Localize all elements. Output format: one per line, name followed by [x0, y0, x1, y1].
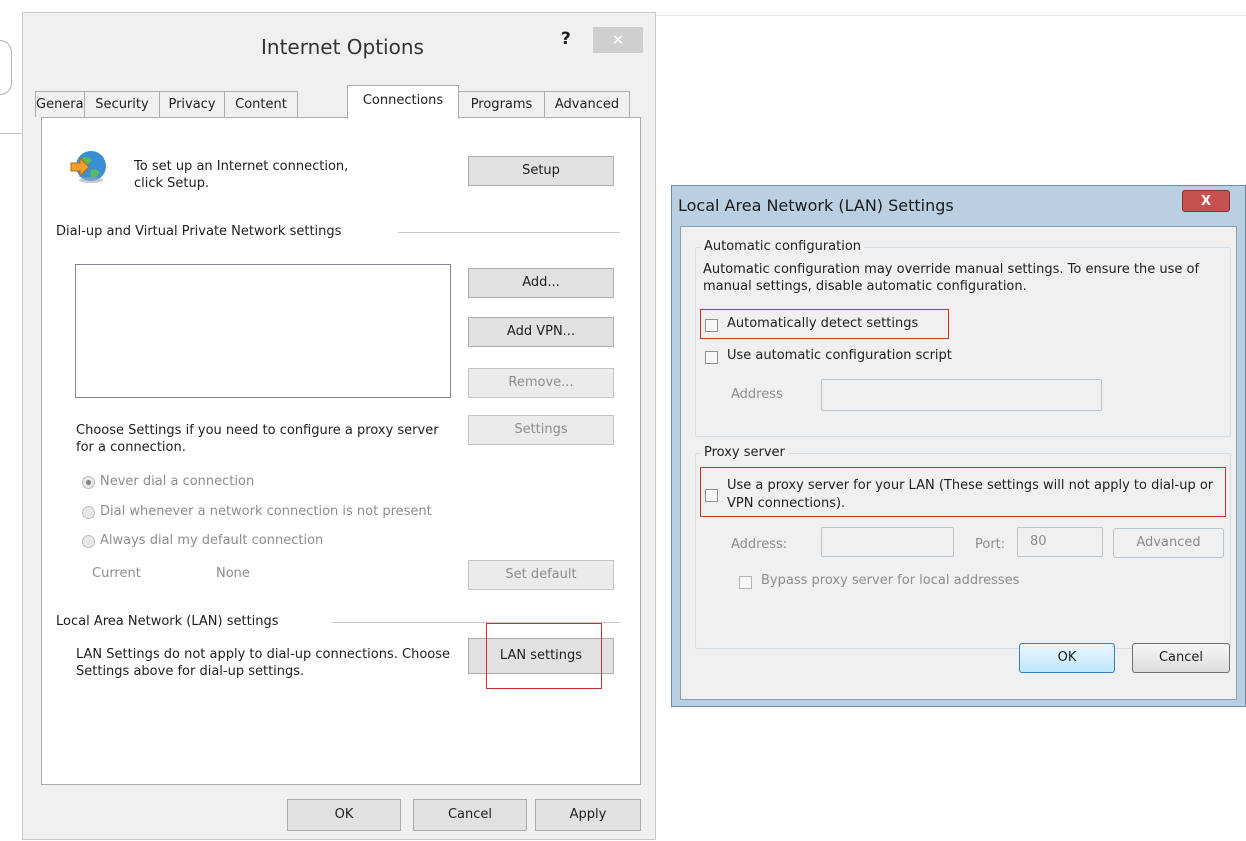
cancel-button[interactable]: Cancel — [413, 799, 527, 831]
auto-script-label[interactable]: Use automatic configuration script — [727, 348, 952, 363]
tab-privacy[interactable]: Privacy — [159, 91, 225, 117]
radio-always-dial-label: Always dial my default connection — [100, 533, 324, 548]
proxy-description: Choose Settings if you need to configure… — [76, 423, 439, 455]
proxy-address-input[interactable] — [821, 527, 954, 557]
window-title: Internet Options — [261, 35, 424, 59]
remove-button[interactable]: Remove... — [468, 368, 614, 398]
bypass-label[interactable]: Bypass proxy server for local addresses — [761, 573, 1019, 588]
lan-ok-button[interactable]: OK — [1019, 643, 1115, 673]
lan-description: LAN Settings do not apply to dial-up con… — [76, 647, 451, 679]
address-label: Address — [731, 387, 783, 402]
internet-globe-icon — [68, 146, 108, 186]
tab-connections[interactable]: Connections — [347, 85, 459, 119]
dialup-header-rule — [398, 232, 620, 233]
lan-cancel-button[interactable]: Cancel — [1132, 643, 1230, 673]
settings-button[interactable]: Settings — [468, 415, 614, 445]
tab-general[interactable]: General — [35, 91, 87, 117]
ok-button[interactable]: OK — [287, 799, 401, 831]
apply-button[interactable]: Apply — [535, 799, 641, 831]
advanced-button[interactable]: Advanced — [1113, 528, 1224, 558]
lan-close-button[interactable]: X — [1182, 190, 1230, 212]
tab-security[interactable]: Security — [84, 91, 160, 117]
radio-never-dial-label: Never dial a connection — [100, 474, 255, 489]
title-bar[interactable]: Internet Options ? ✕ — [23, 13, 657, 73]
lan-settings-window: Local Area Network (LAN) Settings X Auto… — [671, 185, 1246, 707]
current-value: None — [216, 566, 250, 581]
address-input[interactable] — [821, 379, 1102, 411]
proxy-server-title: Proxy server — [701, 445, 788, 460]
lan-settings-body: Automatic configuration Automatic config… — [680, 226, 1237, 700]
use-proxy-highlight — [700, 467, 1226, 517]
radio-never-dial[interactable] — [82, 476, 95, 489]
current-label: Current — [92, 566, 141, 581]
close-button[interactable]: ✕ — [593, 27, 643, 53]
connections-panel: To set up an Internet connection, click … — [41, 117, 641, 785]
help-button[interactable]: ? — [561, 29, 571, 49]
add-button[interactable]: Add... — [468, 268, 614, 298]
radio-dial-whenever-label: Dial whenever a network connection is no… — [100, 504, 432, 519]
lan-settings-header: Local Area Network (LAN) settings — [56, 614, 279, 629]
radio-always-dial[interactable] — [82, 535, 95, 548]
set-default-button[interactable]: Set default — [468, 560, 614, 590]
tab-content[interactable]: Content — [224, 91, 298, 117]
port-input-value: 80 — [1030, 534, 1047, 549]
connections-list[interactable] — [75, 264, 451, 398]
add-vpn-button[interactable]: Add VPN... — [468, 317, 614, 347]
background-divider — [0, 133, 22, 134]
background-top-rule — [656, 15, 1246, 16]
tab-programs[interactable]: Programs — [458, 91, 545, 117]
background-window-edge — [0, 40, 12, 95]
internet-options-window: Internet Options ? ✕ General Security Pr… — [22, 12, 656, 840]
port-label: Port: — [975, 537, 1006, 552]
radio-dial-whenever[interactable] — [82, 506, 95, 519]
auto-script-checkbox[interactable] — [705, 351, 718, 364]
auto-detect-highlight — [700, 309, 949, 339]
bypass-checkbox[interactable] — [739, 576, 752, 589]
tab-advanced[interactable]: Advanced — [544, 91, 630, 117]
setup-description: To set up an Internet connection, click … — [134, 159, 349, 191]
setup-button[interactable]: Setup — [468, 156, 614, 186]
auto-config-description: Automatic configuration may override man… — [703, 262, 1200, 294]
proxy-address-label: Address: — [731, 537, 788, 552]
lan-settings-highlight — [486, 623, 602, 689]
auto-config-title: Automatic configuration — [701, 239, 865, 254]
port-input[interactable]: 80 — [1017, 527, 1103, 557]
lan-window-title: Local Area Network (LAN) Settings — [678, 196, 954, 215]
dialup-vpn-header: Dial-up and Virtual Private Network sett… — [56, 224, 342, 239]
